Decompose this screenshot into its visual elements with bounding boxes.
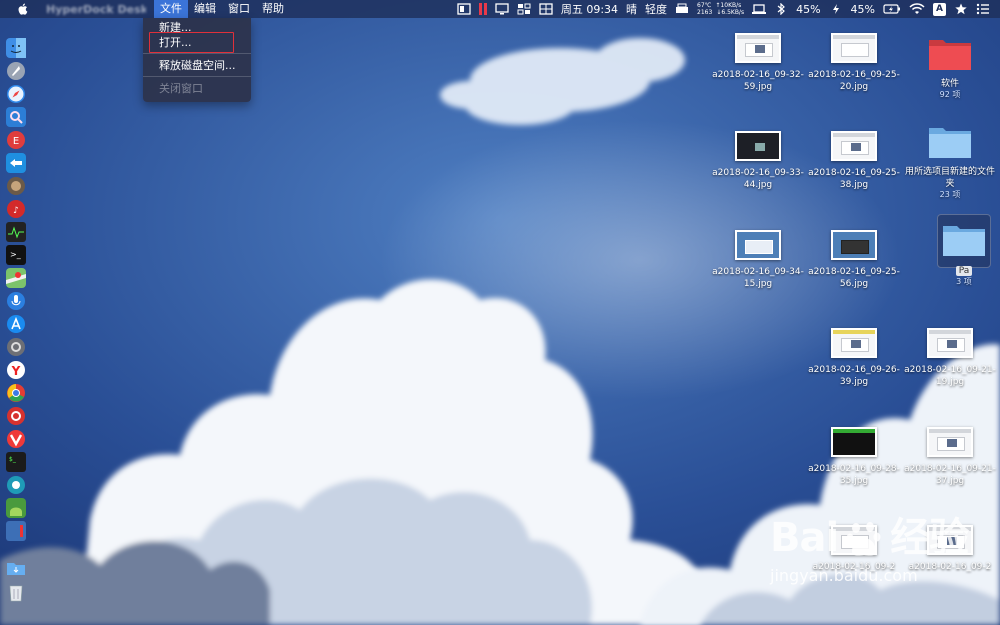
printer-icon[interactable] [675, 3, 689, 15]
display-icon[interactable] [495, 3, 509, 15]
netease-music-icon[interactable]: ♪ [6, 199, 26, 219]
battery-icon[interactable] [883, 3, 901, 15]
image-thumbnail [927, 525, 973, 555]
android-studio-icon[interactable] [6, 498, 26, 518]
status-area: 周五 09:34 晴 轻度 67℃ ↑10KB/s 2163 ↓6.5KB/s 45… [457, 0, 1000, 18]
finder-icon[interactable] [6, 38, 26, 58]
weather[interactable]: 晴 [626, 1, 637, 17]
image-thumbnail [735, 33, 781, 63]
app-store-icon[interactable] [6, 314, 26, 334]
safari-icon[interactable] [6, 84, 26, 104]
menu-separator [143, 76, 251, 77]
siri-icon[interactable] [6, 291, 26, 311]
file-menu-dropdown: 新建... 打开... 释放磁盘空间... 关闭窗口 [143, 18, 251, 102]
menu-item-close-window: 关闭窗口 [159, 82, 203, 95]
desktop-file[interactable]: a2018-02-16_09-33-44.jpg [710, 131, 806, 191]
red-app-icon[interactable]: E [6, 130, 26, 150]
svg-text:Y: Y [11, 364, 21, 378]
folder-blue-icon [941, 220, 987, 258]
svg-text:$_: $_ [9, 456, 17, 463]
recording-icon[interactable] [478, 3, 487, 15]
battery-percent-2[interactable]: 45% [851, 3, 875, 16]
image-thumbnail [927, 427, 973, 457]
svg-text:♪: ♪ [13, 206, 19, 216]
image-thumbnail [735, 131, 781, 161]
mosaic-icon[interactable] [517, 3, 531, 15]
menu-separator [143, 53, 251, 54]
image-thumbnail [831, 328, 877, 358]
desktop-file[interactable]: a2018-02-16_09-2 [806, 525, 902, 573]
edge-icon[interactable] [6, 475, 26, 495]
image-thumbnail [735, 230, 781, 260]
charging-icon[interactable] [829, 3, 843, 15]
active-app-name[interactable]: HyperDock Desktop [46, 3, 146, 16]
input-method-icon[interactable]: A [933, 2, 946, 16]
laptop-icon[interactable] [752, 3, 767, 15]
activity-monitor-icon[interactable] [6, 222, 26, 242]
desktop-file[interactable]: a2018-02-16_09-25-20.jpg [806, 33, 902, 93]
menu-edit[interactable]: 编辑 [188, 0, 222, 18]
desktop-file[interactable]: a2018-02-16_09-2 [902, 525, 998, 573]
svg-text:E: E [13, 136, 19, 147]
preview-icon[interactable] [6, 107, 26, 127]
desktop-file[interactable]: a2018-02-16_09-32-59.jpg [710, 33, 806, 93]
desktop-folder[interactable]: 用所选项目新建的文件夹 23 项 [902, 122, 998, 200]
desktop-file[interactable]: a2018-02-16_09-25-56.jpg [806, 230, 902, 290]
notification-list-icon[interactable] [976, 3, 990, 15]
image-thumbnail [831, 33, 877, 63]
image-thumbnail [831, 427, 877, 457]
wifi-icon[interactable] [909, 3, 925, 15]
system-preferences-icon[interactable] [6, 337, 26, 357]
terminal-icon[interactable]: >_ [6, 245, 26, 265]
folder-red-icon [927, 34, 973, 72]
image-thumbnail [927, 328, 973, 358]
battery-percent-1[interactable]: 45% [796, 3, 820, 16]
desktop-file[interactable]: a2018-02-16_09-26-39.jpg [806, 328, 902, 388]
grid-icon[interactable] [539, 3, 553, 15]
yandex-icon[interactable]: Y [6, 360, 26, 380]
image-thumbnail [831, 230, 877, 260]
menu-item-free-disk-space[interactable]: 释放磁盘空间... [143, 58, 251, 73]
dock: E ♪ >_ Y $_ [3, 36, 29, 608]
desktop-file[interactable]: a2018-02-16_09-28-35.jpg [806, 427, 902, 487]
maps-icon[interactable] [6, 268, 26, 288]
trash-icon[interactable] [6, 582, 26, 602]
svg-text:>_: >_ [10, 250, 22, 259]
menu-bar: HyperDock Desktop 文件 编辑 窗口 帮助 周五 09:34 晴… [0, 0, 1000, 18]
desktop-file[interactable]: a2018-02-16_09-21-37.jpg [902, 427, 998, 487]
clock[interactable]: 周五 09:34 [561, 1, 618, 17]
vivaldi-icon[interactable] [6, 429, 26, 449]
system-stats[interactable]: 67℃ ↑10KB/s 2163 ↓6.5KB/s [697, 2, 744, 16]
netease-cloud-icon[interactable] [6, 406, 26, 426]
menu-window[interactable]: 窗口 [222, 0, 256, 18]
desktop-folder[interactable]: Pa 3 项 [916, 220, 1000, 287]
star-icon[interactable] [954, 3, 968, 15]
air-quality[interactable]: 轻度 [645, 1, 667, 17]
menu-file[interactable]: 文件 [154, 0, 188, 18]
window-manager-icon[interactable] [457, 3, 471, 15]
menu-help[interactable]: 帮助 [256, 0, 290, 18]
shell-app-icon[interactable] [6, 521, 26, 541]
desktop-folder[interactable]: 软件 92 项 [902, 34, 998, 100]
folder-blue-icon [927, 122, 973, 160]
desktop-file[interactable]: a2018-02-16_09-25-38.jpg [806, 131, 902, 191]
chrome-icon[interactable] [6, 383, 26, 403]
apple-icon[interactable] [16, 2, 30, 16]
teamviewer-icon[interactable] [6, 153, 26, 173]
desktop-file[interactable]: a2018-02-16_09-21-19.jpg [902, 328, 998, 388]
photos-icon[interactable] [6, 176, 26, 196]
iterm-icon[interactable]: $_ [6, 452, 26, 472]
bluetooth-icon[interactable] [774, 3, 788, 15]
image-thumbnail [831, 525, 877, 555]
annotation-highlight [149, 32, 234, 53]
image-thumbnail [831, 131, 877, 161]
launchpad-icon[interactable] [6, 61, 26, 81]
desktop-file[interactable]: a2018-02-16_09-34-15.jpg [710, 230, 806, 290]
downloads-folder-icon[interactable] [6, 558, 26, 578]
